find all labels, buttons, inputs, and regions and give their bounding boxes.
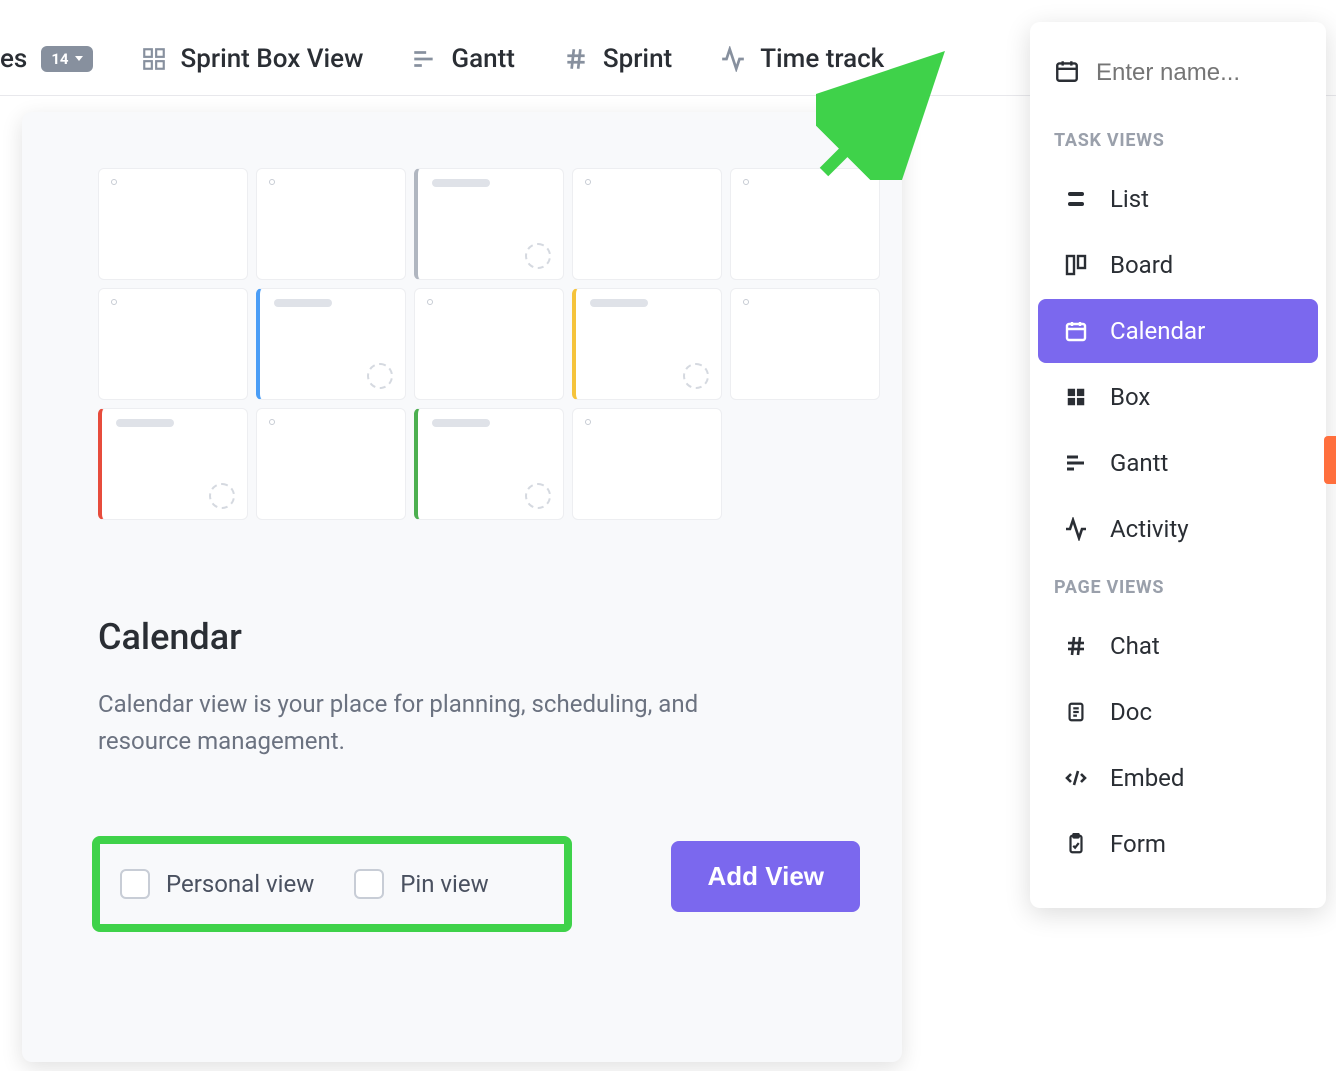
- view-option-label: Embed: [1110, 764, 1184, 792]
- preview-card: [98, 408, 248, 520]
- view-option-list[interactable]: List: [1038, 167, 1318, 231]
- offscreen-sliver: [1324, 436, 1336, 484]
- view-option-label: List: [1110, 185, 1149, 213]
- view-option-label: Doc: [1110, 698, 1152, 726]
- calendar-icon: [1054, 58, 1080, 88]
- tab-label: Sprint Box View: [181, 44, 364, 74]
- page-views-label: PAGE VIEWS: [1030, 563, 1326, 612]
- view-option-chat[interactable]: Chat: [1038, 614, 1318, 678]
- view-name-row: [1030, 42, 1326, 116]
- calendar-preview-grid: [98, 168, 826, 520]
- preview-card: [98, 168, 248, 280]
- box-grid-icon: [1062, 386, 1090, 408]
- preview-card: [256, 168, 406, 280]
- personal-view-option[interactable]: Personal view: [120, 869, 314, 899]
- preview-card: [414, 288, 564, 400]
- preview-card: [256, 408, 406, 520]
- calendar-icon: [1062, 319, 1090, 343]
- list-icon: [1062, 187, 1090, 211]
- preview-card: [730, 288, 880, 400]
- personal-view-label: Personal view: [166, 870, 314, 898]
- doc-icon: [1062, 701, 1090, 723]
- preview-title: Calendar: [98, 616, 826, 658]
- preview-card: [414, 408, 564, 520]
- view-option-label: Calendar: [1110, 317, 1205, 345]
- embed-icon: [1062, 766, 1090, 790]
- view-option-label: Box: [1110, 383, 1150, 411]
- preview-card: [98, 288, 248, 400]
- pin-view-option[interactable]: Pin view: [354, 869, 488, 899]
- checkbox-icon[interactable]: [354, 869, 384, 899]
- tab-label: Gantt: [451, 44, 515, 74]
- tab-gantt[interactable]: Gantt: [411, 44, 515, 74]
- form-icon: [1062, 833, 1090, 855]
- view-option-label: Activity: [1110, 515, 1189, 543]
- pin-view-label: Pin view: [400, 870, 488, 898]
- preview-card: [572, 288, 722, 400]
- preview-card: [730, 168, 880, 280]
- tab-partial[interactable]: es 14: [0, 44, 93, 74]
- view-name-input[interactable]: [1096, 59, 1276, 87]
- hash-icon: [1062, 634, 1090, 658]
- tab-partial-label: es: [0, 44, 27, 74]
- tab-label: Time track: [760, 44, 884, 74]
- view-option-embed[interactable]: Embed: [1038, 746, 1318, 810]
- preview-card: [414, 168, 564, 280]
- tab-count-badge[interactable]: 14: [41, 46, 92, 72]
- view-option-label: Gantt: [1110, 449, 1168, 477]
- view-option-gantt[interactable]: Gantt: [1038, 431, 1318, 495]
- view-option-box[interactable]: Box: [1038, 365, 1318, 429]
- preview-description: Calendar view is your place for planning…: [98, 686, 778, 760]
- view-option-activity[interactable]: Activity: [1038, 497, 1318, 561]
- view-option-label: Form: [1110, 830, 1166, 858]
- view-option-doc[interactable]: Doc: [1038, 680, 1318, 744]
- preview-card: [572, 408, 722, 520]
- activity-icon: [1062, 517, 1090, 541]
- task-views-label: TASK VIEWS: [1030, 116, 1326, 165]
- add-view-button[interactable]: Add View: [671, 841, 860, 912]
- box-grid-icon: [141, 46, 167, 72]
- view-option-form[interactable]: Form: [1038, 812, 1318, 876]
- tab-time-tracking[interactable]: Time track: [720, 44, 884, 74]
- preview-card: [256, 288, 406, 400]
- tab-sprint-box-view[interactable]: Sprint Box View: [141, 44, 364, 74]
- hash-icon: [563, 46, 589, 72]
- board-icon: [1062, 253, 1090, 277]
- view-option-label: Chat: [1110, 632, 1160, 660]
- view-option-label: Board: [1110, 251, 1173, 279]
- activity-icon: [720, 46, 746, 72]
- options-highlight: Personal view Pin view: [92, 836, 572, 932]
- gantt-icon: [1062, 451, 1090, 475]
- view-option-calendar[interactable]: Calendar: [1038, 299, 1318, 363]
- view-option-board[interactable]: Board: [1038, 233, 1318, 297]
- preview-card: [572, 168, 722, 280]
- view-preview-panel: Calendar Calendar view is your place for…: [22, 112, 902, 1062]
- view-type-panel: TASK VIEWS List Board Calendar Box Gantt…: [1030, 22, 1326, 908]
- gantt-icon: [411, 46, 437, 72]
- tab-sprint[interactable]: Sprint: [563, 44, 672, 74]
- tab-label: Sprint: [603, 44, 672, 74]
- checkbox-icon[interactable]: [120, 869, 150, 899]
